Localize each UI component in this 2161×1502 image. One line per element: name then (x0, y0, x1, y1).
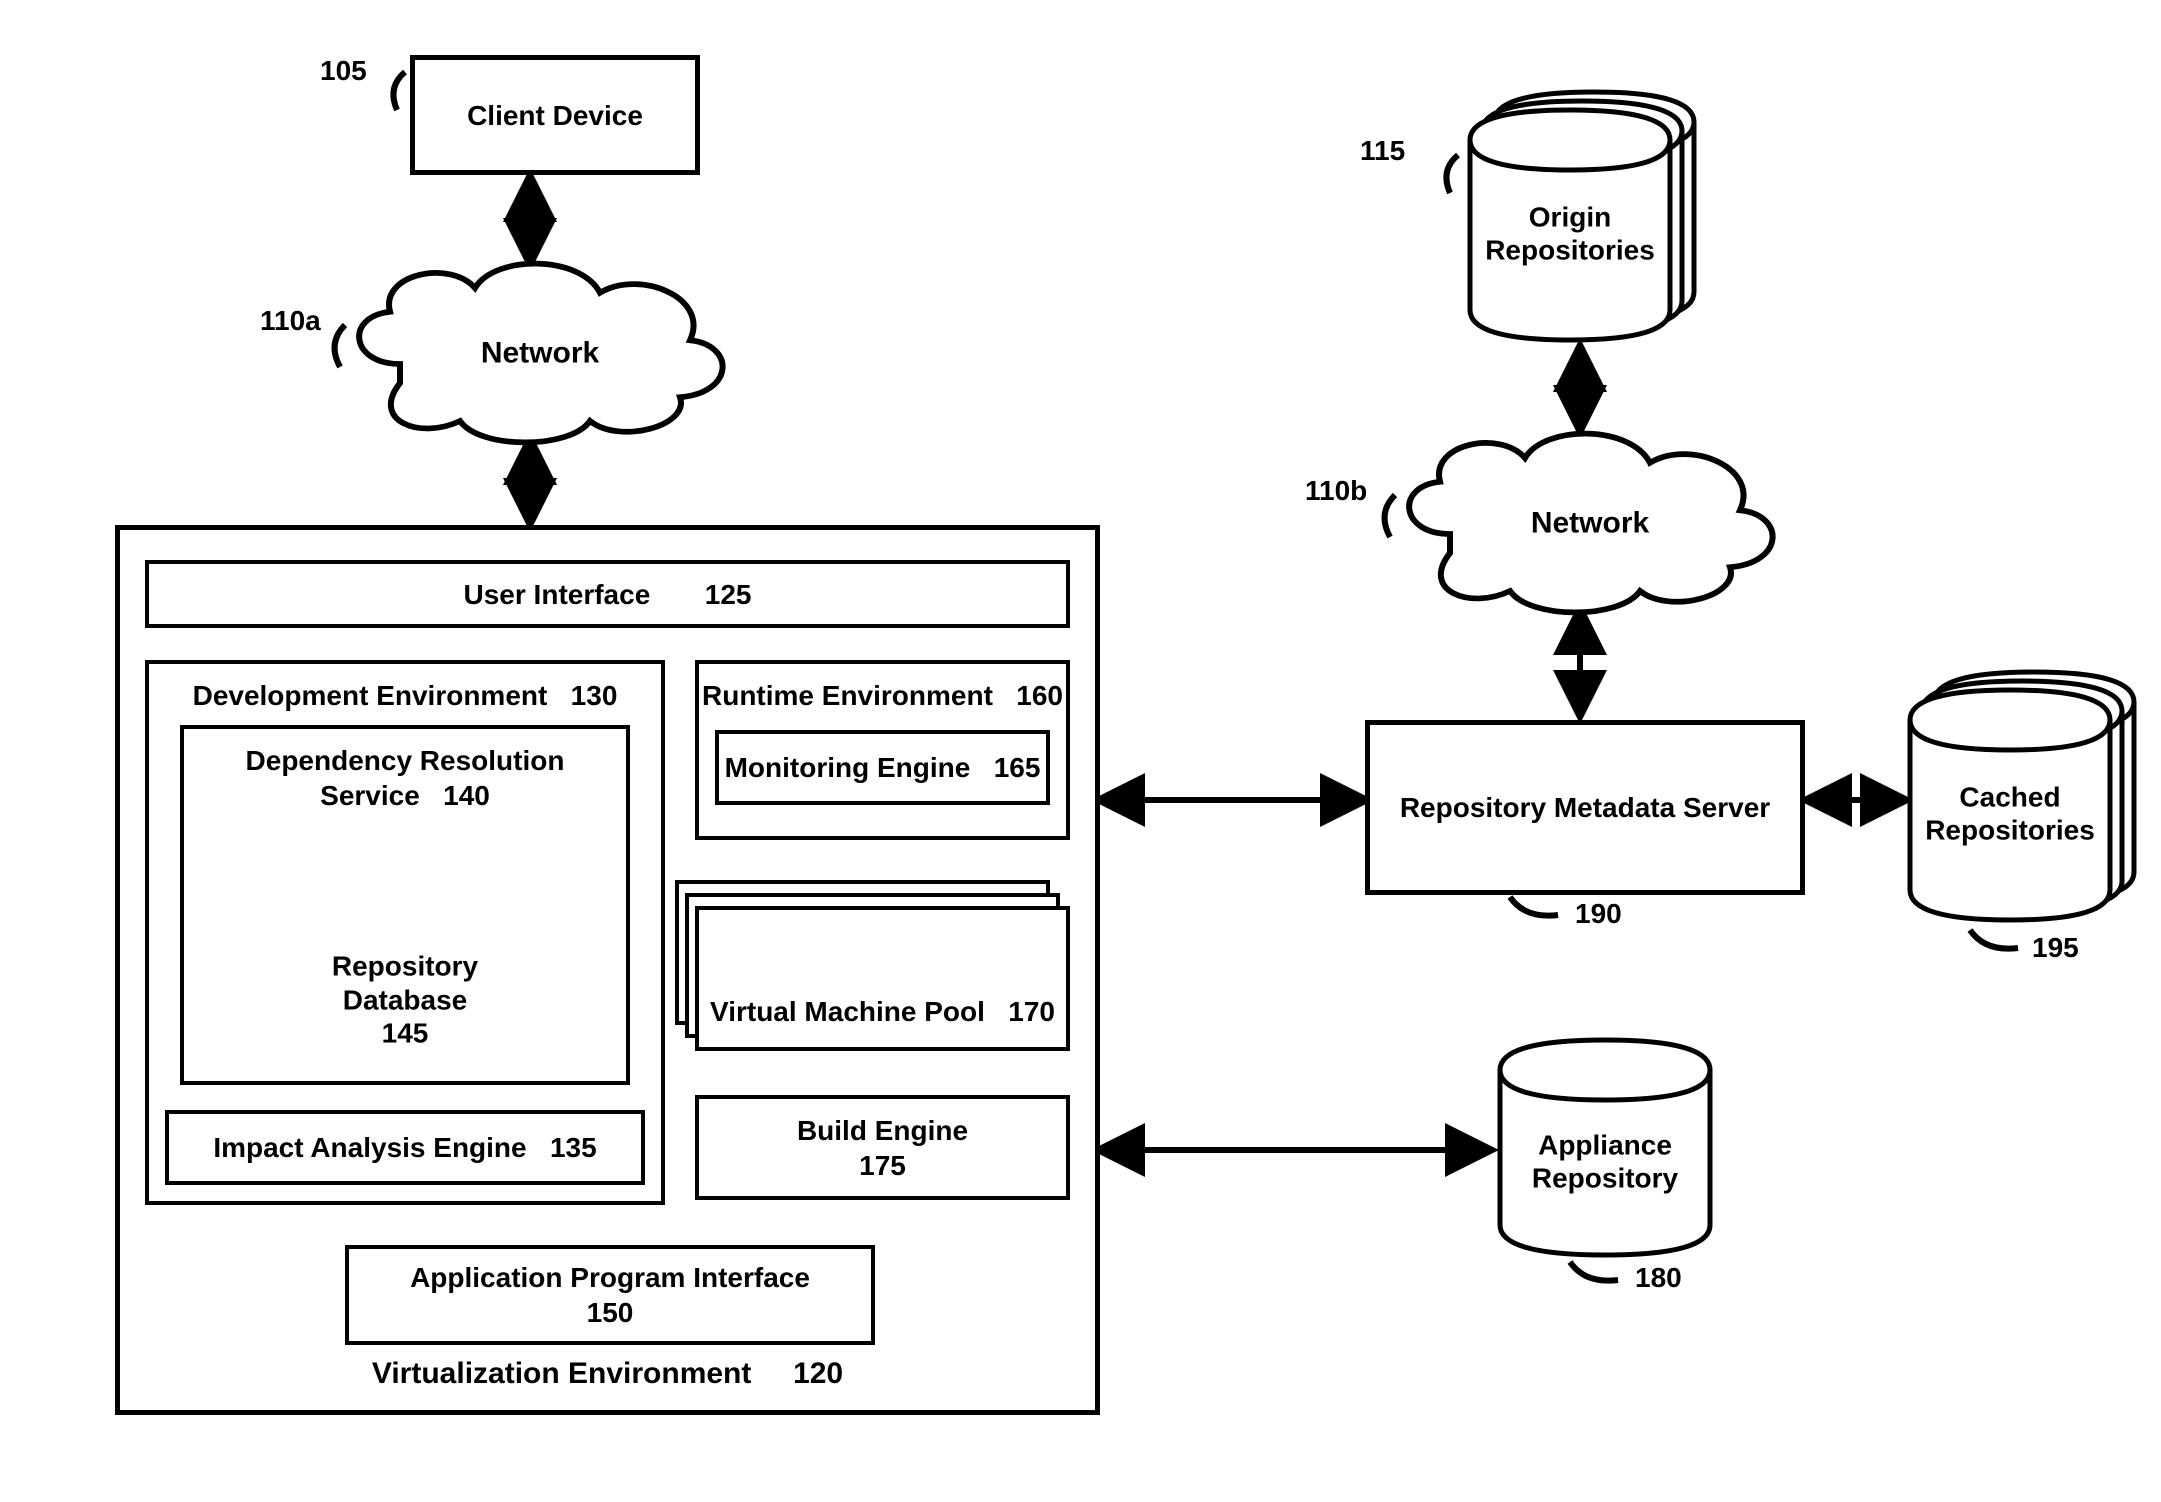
ref-165: 165 (994, 752, 1041, 783)
network-a-label: Network (340, 336, 740, 370)
dep-res-l2: Service (320, 780, 420, 811)
cached-repos-l1: Cached (1959, 781, 2060, 812)
network-a-cloud: Network (340, 250, 740, 450)
impact-engine-label: Impact Analysis Engine (213, 1132, 526, 1163)
runtime-env-label: Runtime Environment (702, 680, 993, 711)
ref-125: 125 (705, 579, 752, 610)
ref-145: 145 (382, 1018, 429, 1049)
appliance-repo-l2: Repository (1532, 1163, 1678, 1194)
ref-140: 140 (443, 780, 490, 811)
cached-repos-l2: Repositories (1925, 815, 2095, 846)
ref-105: 105 (320, 55, 367, 87)
appliance-repo-l1: Appliance (1538, 1129, 1672, 1160)
api-box: Application Program Interface 150 (345, 1245, 875, 1345)
ref-180: 180 (1635, 1262, 1682, 1294)
api-label: Application Program Interface (410, 1262, 810, 1293)
virtenv-label: Virtualization Environment (372, 1357, 752, 1390)
origin-repos-line2: Repositories (1485, 235, 1655, 266)
appliance-repo-cylinder: Appliance Repository (1500, 1055, 1710, 1270)
repo-metadata-label: Repository Metadata Server (1400, 790, 1770, 825)
dep-res-l1: Dependency Resolution (246, 745, 565, 776)
client-device-label: Client Device (467, 98, 643, 133)
repo-db-cylinder: Repository Database 145 (310, 890, 500, 1073)
ref-120: 120 (793, 1357, 843, 1390)
ui-label: User Interface (464, 579, 651, 610)
ref-135: 135 (550, 1132, 597, 1163)
ref-160: 160 (1016, 680, 1063, 711)
ref-110a: 110a (260, 305, 321, 337)
vm-pool-label: Virtual Machine Pool (710, 996, 985, 1027)
build-engine-label: Build Engine (797, 1115, 968, 1146)
origin-repos-line1: Origin (1529, 201, 1611, 232)
build-engine-box: Build Engine 175 (695, 1095, 1070, 1200)
user-interface-box: User Interface 125 (145, 560, 1070, 628)
ref-110b: 110b (1305, 475, 1367, 507)
dev-env-label: Development Environment (193, 680, 548, 711)
repo-db-l1: Repository (332, 951, 478, 982)
ref-115: 115 (1360, 135, 1405, 167)
cached-repos-cylinder: Cached Repositories (1910, 700, 2110, 930)
network-b-cloud: Network (1390, 420, 1790, 620)
ref-195: 195 (2032, 932, 2079, 964)
vm-pool-box: Virtual Machine Pool 170 (695, 906, 1070, 1051)
ref-130: 130 (571, 680, 618, 711)
ref-150: 150 (587, 1297, 634, 1328)
monitoring-engine-box: Monitoring Engine 165 (715, 730, 1050, 805)
ref-175: 175 (859, 1150, 906, 1181)
impact-engine-box: Impact Analysis Engine 135 (165, 1110, 645, 1185)
origin-repositories-cylinder: Origin Repositories (1470, 120, 1670, 350)
client-device-box: Client Device (410, 55, 700, 175)
monitoring-engine-label: Monitoring Engine (725, 752, 971, 783)
network-b-label: Network (1390, 506, 1790, 540)
ref-190: 190 (1575, 898, 1622, 930)
repo-metadata-server-box: Repository Metadata Server (1365, 720, 1805, 895)
repo-db-l2: Database (343, 984, 468, 1015)
ref-170: 170 (1008, 996, 1055, 1027)
